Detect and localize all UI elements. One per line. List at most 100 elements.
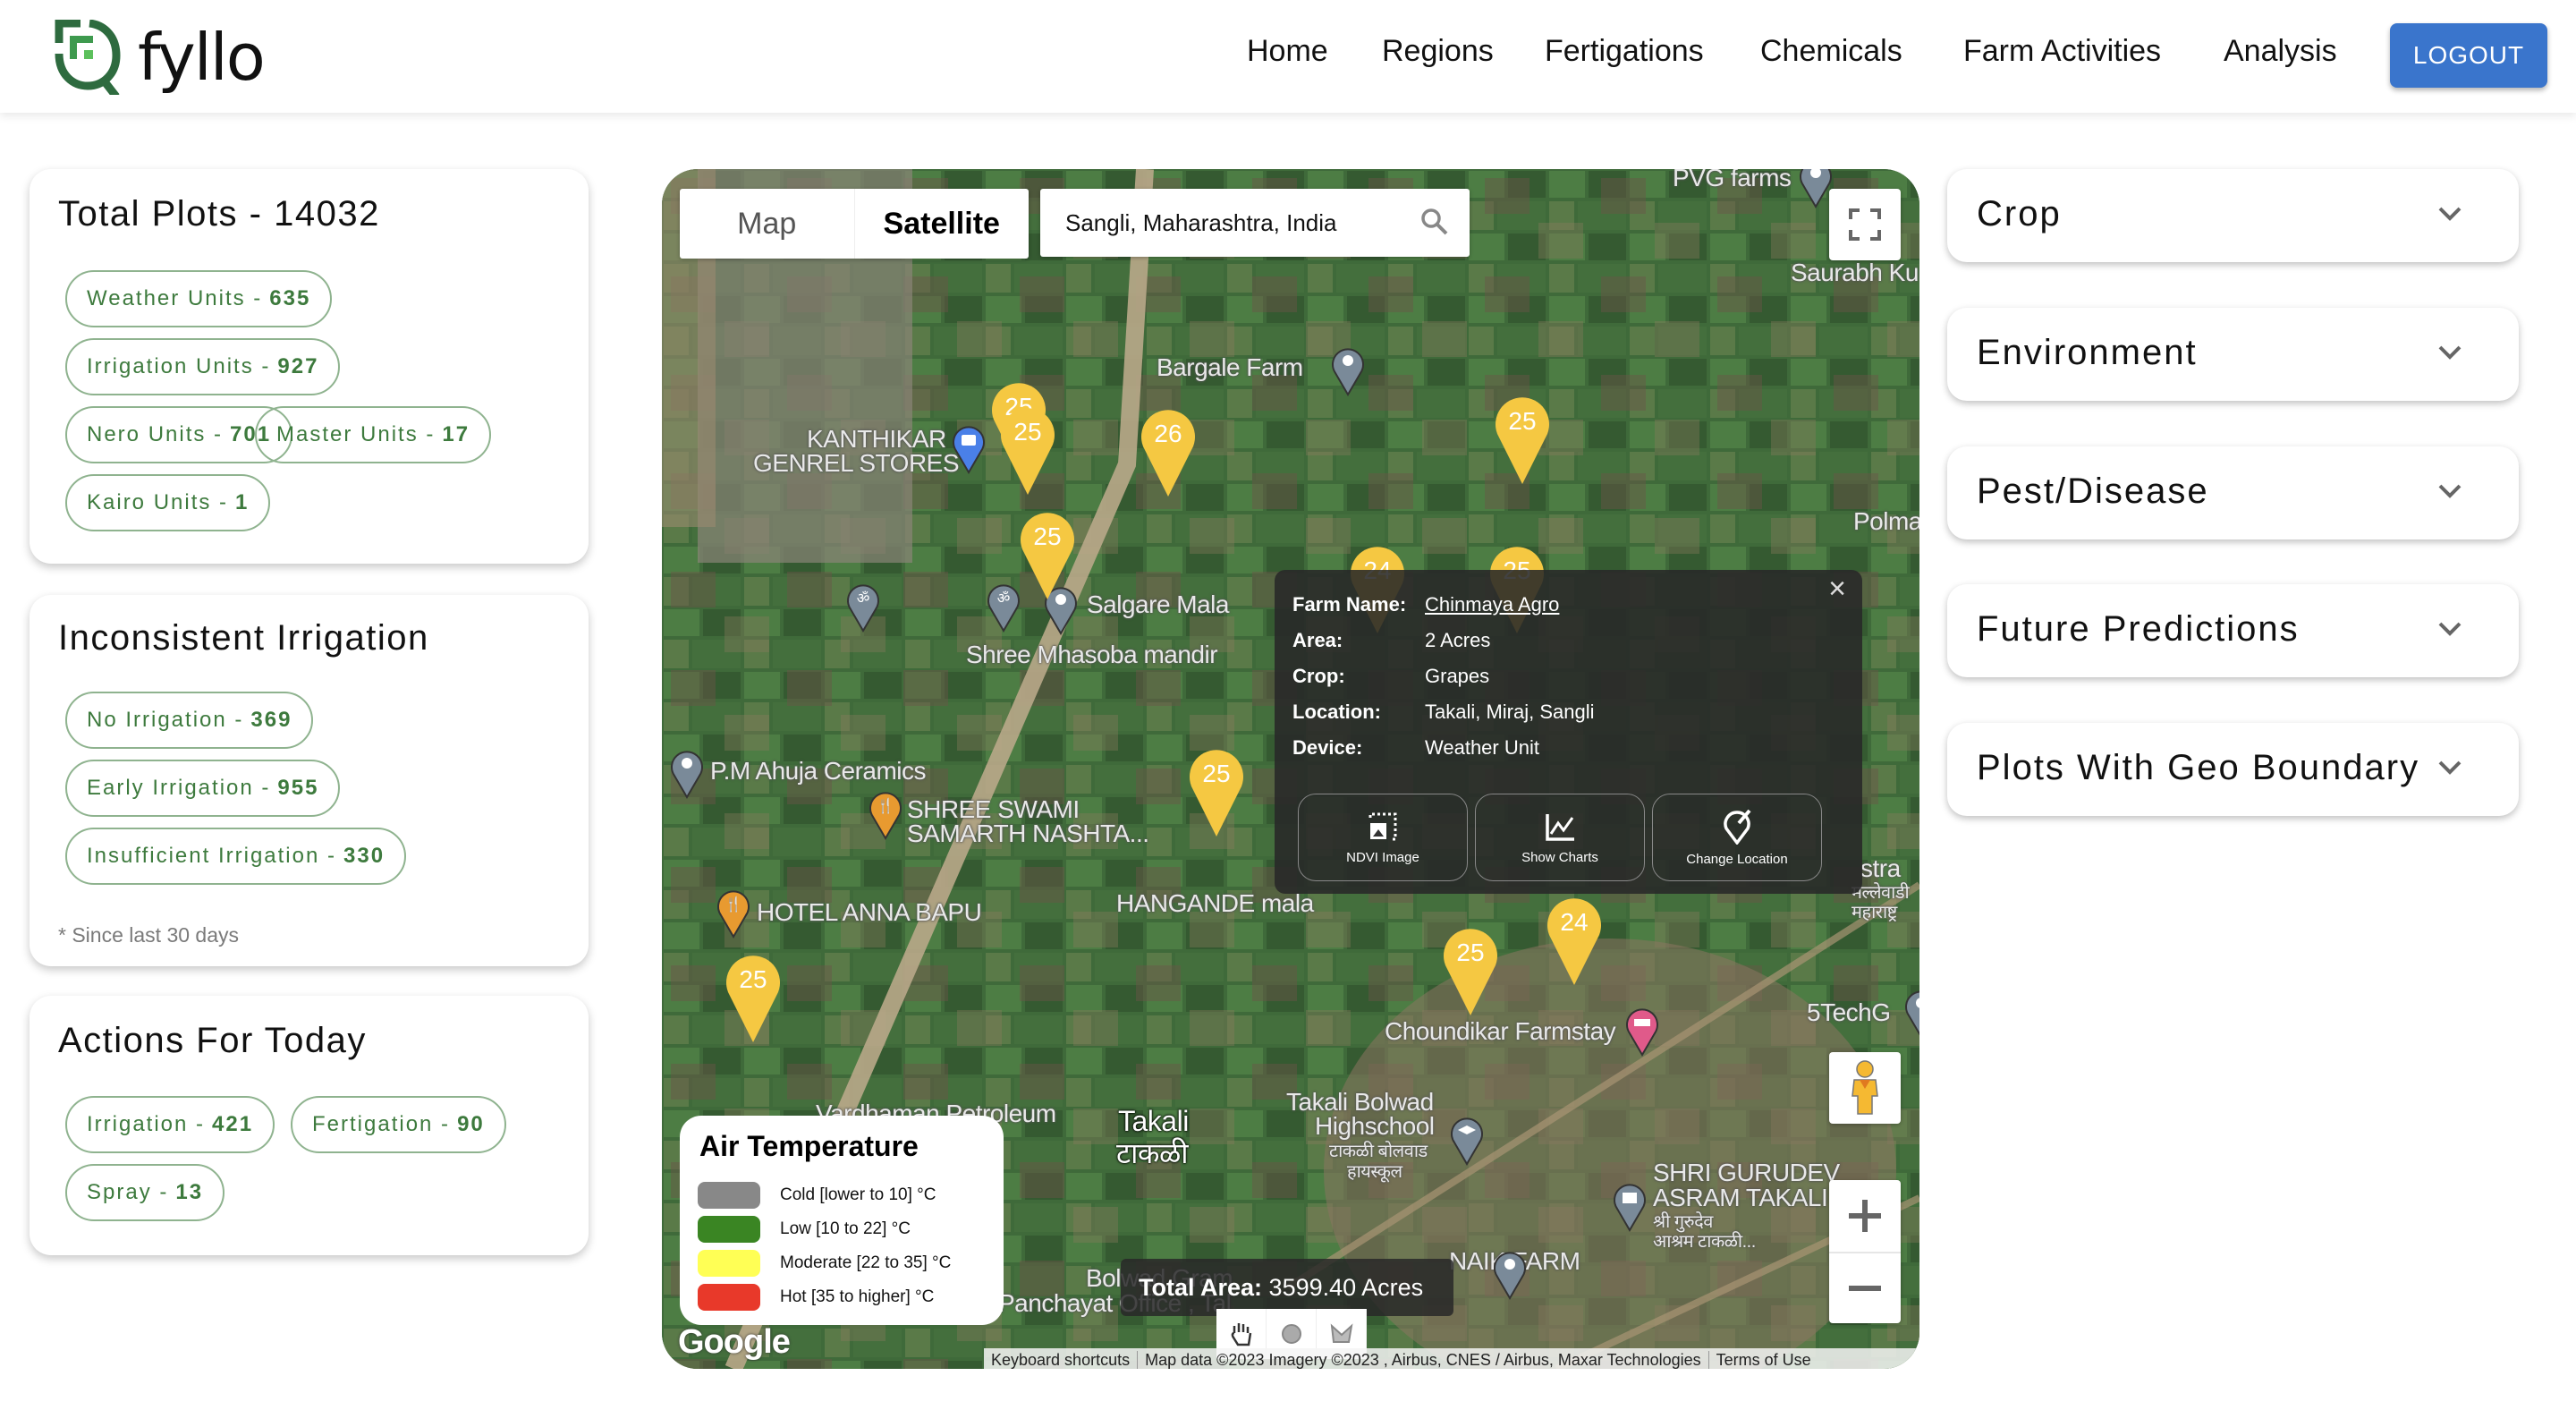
restaurant-pin-icon[interactable]: 🍴 [868, 788, 903, 840]
chip-value: 927 [277, 354, 319, 378]
nav-farm-activities[interactable]: Farm Activities [1963, 34, 2161, 69]
change-location-button[interactable]: Change Location [1652, 794, 1822, 881]
nav-chemicals[interactable]: Chemicals [1760, 34, 1902, 69]
legend-swatch [698, 1182, 760, 1209]
farm-info-popup: × Farm Name: Chinmaya Agro Area: 2 Acres C… [1275, 570, 1862, 894]
popup-close-button[interactable]: × [1828, 572, 1846, 607]
chip-kairo-units[interactable]: Kairo Units - 1 [65, 474, 271, 531]
temple-pin-icon[interactable]: ॐ [986, 581, 1021, 633]
brand-logo[interactable]: fyllo [54, 20, 266, 95]
since-note: * Since last 30 days [58, 923, 240, 947]
terms-of-use-link[interactable]: Terms of Use [1709, 1351, 1818, 1370]
actions-today-title: Actions For Today [58, 1021, 367, 1060]
school-pin-icon[interactable] [1449, 1114, 1485, 1166]
map-label-polma: Polma [1853, 507, 1919, 535]
popup-value: Takali, Miraj, Sangli [1425, 701, 1595, 723]
chip-irrigation[interactable]: Irrigation - 421 [65, 1096, 275, 1153]
chip-fertigation[interactable]: Fertigation - 90 [291, 1096, 506, 1153]
legend-label: Moderate [22 to 35] °C [780, 1253, 952, 1272]
temperature-marker[interactable]: 24 [1544, 890, 1605, 987]
popup-row-farm-name: Farm Name: Chinmaya Agro [1292, 593, 1559, 616]
temperature-marker[interactable]: 25 [723, 947, 784, 1044]
accordion-label: Pest/Disease [1977, 471, 2209, 511]
popup-key: Area: [1292, 629, 1343, 651]
map-label-asram-marathi: आश्रम टाकळी... [1653, 1232, 1756, 1252]
chevron-down-icon [2438, 207, 2462, 221]
accordion-future-predictions[interactable]: Future Predictions [1947, 584, 2519, 677]
street-view-pegman[interactable] [1829, 1052, 1901, 1124]
legend-item-cold: Cold [lower to 10] °C [698, 1182, 936, 1209]
lodging-pin-icon[interactable] [1624, 1005, 1660, 1057]
map-label-5techg: 5TechG [1807, 998, 1891, 1026]
temperature-marker[interactable]: 25 [1492, 389, 1553, 486]
zoom-out-button[interactable] [1829, 1253, 1901, 1323]
chip-value: 13 [175, 1180, 204, 1204]
edit-location-icon [1724, 809, 1751, 845]
chip-insufficient-irrigation[interactable]: Insufficient Irrigation - 330 [65, 828, 407, 885]
marker-value: 25 [1013, 418, 1042, 446]
farm-name-link[interactable]: Chinmaya Agro [1425, 593, 1559, 616]
map-label-samarth-nashta: SAMARTH NASHTA... [907, 820, 1149, 847]
accordion-plots-geo-boundary[interactable]: Plots With Geo Boundary [1947, 723, 2519, 816]
map-label-maharashtra-marathi: महाराष्ट्र [1852, 903, 1897, 922]
place-pin-icon[interactable] [1798, 169, 1834, 208]
temperature-marker[interactable]: 25 [1186, 742, 1247, 838]
accordion-environment[interactable]: Environment [1947, 308, 2519, 401]
fullscreen-button[interactable] [1829, 189, 1901, 260]
map-type-satellite-button[interactable]: Satellite [855, 189, 1030, 259]
total-plots-title: Total Plots - 14032 [58, 194, 380, 234]
chip-irrigation-units[interactable]: Irrigation Units - 927 [65, 338, 341, 395]
chip-no-irrigation[interactable]: No Irrigation - 369 [65, 692, 314, 749]
popup-value: 2 Acres [1425, 629, 1491, 651]
marker-value: 25 [1456, 939, 1485, 966]
temple-pin-icon[interactable]: ॐ [845, 581, 881, 633]
temperature-marker[interactable]: 26 [1138, 402, 1199, 498]
place-pin-icon[interactable] [669, 747, 705, 799]
place-pin-icon[interactable] [1903, 987, 1919, 1039]
legend-swatch [698, 1216, 760, 1243]
chip-spray[interactable]: Spray - 13 [65, 1164, 225, 1221]
chip-master-units[interactable]: Master Units - 17 [255, 406, 492, 463]
nav-home[interactable]: Home [1247, 34, 1328, 69]
zoom-in-button[interactable] [1829, 1180, 1901, 1253]
marker-value: 25 [1202, 760, 1231, 787]
map-label-choundikar-farmstay: Choundikar Farmstay [1385, 1017, 1616, 1045]
ndvi-image-button[interactable]: NDVI Image [1298, 794, 1468, 881]
accordion-label: Future Predictions [1977, 609, 2300, 649]
chip-early-irrigation[interactable]: Early Irrigation - 955 [65, 760, 341, 817]
temperature-marker[interactable]: 25 [1017, 505, 1078, 601]
temperature-marker[interactable]: 25 [997, 400, 1058, 497]
restaurant-pin-icon[interactable]: 🍴 [716, 887, 751, 939]
nav-regions[interactable]: Regions [1382, 34, 1494, 69]
accordion-crop[interactable]: Crop [1947, 169, 2519, 262]
chip-value: 90 [457, 1112, 485, 1136]
map-label-mhasoba-mandir: Shree Mhasoba mandir [966, 641, 1218, 668]
logout-button[interactable]: LOGOUT [2390, 23, 2547, 88]
place-pin-icon[interactable] [1492, 1248, 1528, 1300]
chip-weather-units[interactable]: Weather Units - 635 [65, 270, 333, 327]
shopping-pin-icon[interactable] [951, 422, 987, 474]
nav-analysis[interactable]: Analysis [2224, 34, 2337, 69]
chip-label: Irrigation - [87, 1112, 206, 1136]
legend-title: Air Temperature [699, 1130, 919, 1162]
chip-label: Spray - [87, 1180, 169, 1204]
location-search-input[interactable] [1063, 201, 1407, 244]
nav-fertigations[interactable]: Fertigations [1545, 34, 1704, 69]
temperature-marker[interactable]: 25 [1440, 921, 1501, 1017]
legend-swatch [698, 1284, 760, 1311]
place-pin-icon[interactable] [1330, 344, 1366, 396]
map-type-map-button[interactable]: Map [680, 189, 855, 259]
chip-value: 1 [235, 490, 250, 514]
map-label-hotel-anna-bapu: HOTEL ANNA BAPU [757, 898, 982, 926]
show-charts-button[interactable]: Show Charts [1475, 794, 1645, 881]
minus-icon [1849, 1286, 1881, 1291]
ashram-pin-icon[interactable] [1612, 1180, 1648, 1232]
ndvi-image-icon [1368, 812, 1397, 840]
keyboard-shortcuts-link[interactable]: Keyboard shortcuts [984, 1351, 1137, 1370]
chip-label: Fertigation - [312, 1112, 451, 1136]
search-icon[interactable] [1419, 207, 1450, 237]
accordion-label: Crop [1977, 194, 2062, 234]
accordion-pest-disease[interactable]: Pest/Disease [1947, 446, 2519, 539]
satellite-map[interactable]: PVG farms Saurabh Ku Bargale Farm KANTHI… [662, 169, 1919, 1369]
legend-swatch [698, 1250, 760, 1277]
